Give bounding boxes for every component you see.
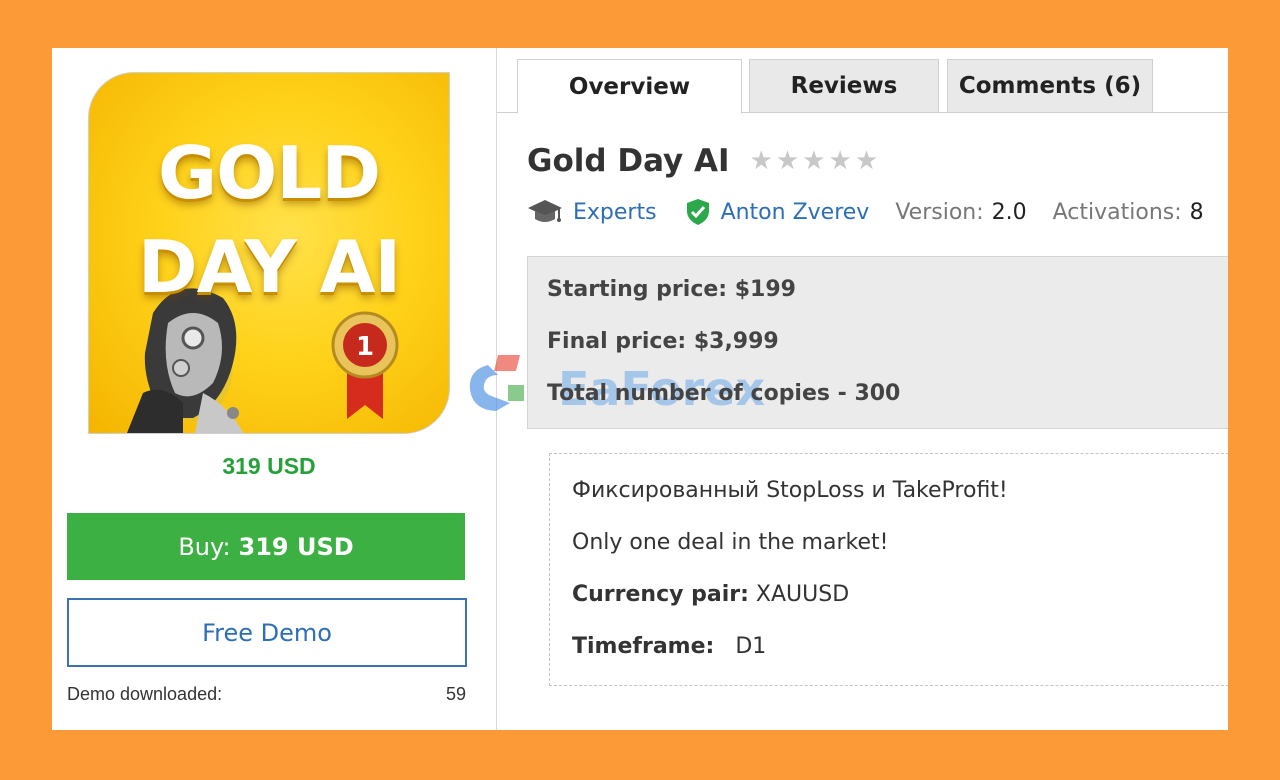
buy-amount: 319 USD [238, 532, 354, 561]
graduation-cap-icon [528, 200, 562, 222]
rating-stars[interactable]: ★ ★ ★ ★ ★ [750, 148, 879, 174]
verified-shield-icon [686, 199, 709, 225]
product-price: 319 USD [222, 453, 316, 479]
currency-pair-label: Currency pair: [572, 582, 749, 607]
currency-pair-value: XAUUSD [755, 582, 850, 607]
demo-downloaded-count: 59 [445, 684, 466, 704]
star-icon[interactable]: ★ [750, 148, 773, 174]
author-link[interactable]: Anton Zverev [685, 198, 870, 226]
free-demo-button[interactable]: Free Demo [67, 598, 467, 667]
version-value: 2.0 [991, 199, 1027, 225]
currency-pair-row: Currency pair: XAUUSD [572, 582, 849, 607]
medal-icon: 1 [331, 311, 399, 419]
svg-text:1: 1 [356, 332, 374, 362]
final-price: Final price: $3,999 [547, 329, 779, 354]
tab-bar: Overview Reviews Comments (6) [497, 48, 1228, 114]
activations-value: 8 [1189, 199, 1204, 225]
description-line: Only one deal in the market! [572, 530, 889, 555]
total-copies: Total number of copies - 300 [547, 381, 901, 406]
category-label: Experts [573, 199, 657, 225]
image-title-line2: DAY AI [137, 225, 401, 309]
buy-button[interactable]: Buy: 319 USD [67, 513, 465, 580]
star-icon[interactable]: ★ [776, 148, 799, 174]
demo-downloaded-label: Demo downloaded: [67, 684, 223, 704]
product-title: Gold Day AI [527, 143, 730, 179]
tab-comments[interactable]: Comments (6) [947, 59, 1153, 113]
pricing-box: Starting price: $199 Final price: $3,999… [469, 256, 1228, 429]
star-icon[interactable]: ★ [829, 148, 852, 174]
product-card: GOLD DAY AI 1 319 USD Buy: 319 USD Free D… [52, 48, 1228, 730]
title-row: Gold Day AI ★ ★ ★ ★ ★ [527, 140, 878, 182]
product-sidebar: GOLD DAY AI 1 319 USD Buy: 319 USD Free D… [52, 48, 497, 730]
star-icon[interactable]: ★ [855, 148, 878, 174]
tab-overview[interactable]: Overview [517, 59, 742, 114]
image-title-line1: GOLD [158, 131, 381, 215]
timeframe-row: Timeframe: D1 [572, 634, 766, 659]
activations-label: Activations: [1052, 199, 1182, 225]
description-box: Фиксированный StopLoss и TakeProfit! Onl… [549, 453, 1228, 686]
product-details: Overview Reviews Comments (6) Gold Day A… [469, 48, 1228, 730]
buy-label: Buy: [178, 532, 231, 561]
category-link[interactable]: Experts [527, 197, 657, 227]
star-icon[interactable]: ★ [802, 148, 825, 174]
author-name: Anton Zverev [720, 199, 870, 225]
version-label: Version: [895, 199, 984, 225]
product-image: GOLD DAY AI 1 [88, 72, 450, 434]
timeframe-value: D1 [735, 634, 767, 659]
meta-row: Experts Anton Zverev Version: 2.0 Activa… [527, 194, 1204, 230]
starting-price: Starting price: $199 [547, 277, 796, 302]
tab-reviews[interactable]: Reviews [749, 59, 939, 113]
description-line: Фиксированный StopLoss и TakeProfit! [572, 478, 1008, 503]
timeframe-label: Timeframe: [572, 634, 715, 659]
